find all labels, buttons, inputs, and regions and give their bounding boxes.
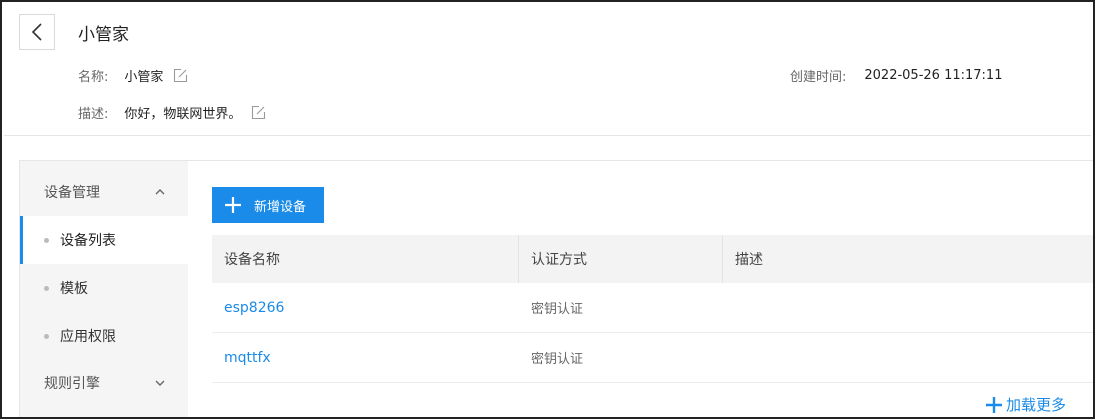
table-header: 设备名称 认证方式 描述: [212, 235, 1093, 283]
back-button[interactable]: [19, 14, 55, 50]
name-label: 名称:: [78, 70, 109, 85]
sidebar-item-label: 模板: [60, 281, 88, 297]
description-value: 你好，物联网世界。: [124, 107, 242, 122]
plus-icon: [986, 396, 1002, 413]
sidebar-item-label: 应用权限: [60, 329, 116, 345]
sidebar-item-templates[interactable]: 模板: [20, 264, 188, 312]
page-title: 小管家: [78, 25, 129, 45]
add-device-label: 新增设备: [254, 199, 307, 215]
auth-method-cell: 密钥认证: [531, 352, 584, 367]
sidebar-group-label: 规则引擎: [44, 376, 100, 392]
created-time-value: 2022-05-26 11:17:11: [864, 68, 1003, 83]
device-name-link[interactable]: esp8266: [224, 300, 284, 316]
chevron-left-icon: [31, 23, 42, 41]
device-name-link[interactable]: mqttfx: [224, 350, 271, 366]
column-header-auth-method: 认证方式: [519, 235, 723, 283]
bullet-dot: [44, 286, 49, 291]
name-row: 名称: 小管家: [78, 66, 188, 85]
app-window: 小管家 名称: 小管家 描述: 你好，物联网世界。 创建时间: 2022-05-…: [0, 0, 1095, 419]
description-row: 描述: 你好，物联网世界。: [78, 103, 266, 122]
load-more-button[interactable]: 加载更多: [985, 394, 1066, 415]
edit-description-icon[interactable]: [251, 105, 266, 120]
table-row: esp8266 密钥认证: [212, 283, 1093, 333]
chevron-up-icon: [155, 189, 165, 195]
plus-icon: [225, 197, 241, 213]
sidebar-group-device-management[interactable]: 设备管理: [20, 165, 188, 219]
table-row: mqttfx 密钥认证: [212, 333, 1093, 383]
sidebar-item-label: 设备列表: [60, 233, 116, 249]
sidebar-item-app-permissions[interactable]: 应用权限: [20, 312, 188, 360]
created-time-label: 创建时间:: [790, 70, 847, 85]
add-device-button[interactable]: 新增设备: [212, 187, 324, 223]
device-table: 设备名称 认证方式 描述 esp8266 密钥认证 mqttfx 密钥认证: [212, 235, 1093, 383]
bullet-dot: [44, 334, 49, 339]
sidebar: 设备管理 设备列表 模板 应用权限 规则引擎: [20, 161, 188, 417]
content-panel: 设备管理 设备列表 模板 应用权限 规则引擎 新增设备 设备名称 认证方式 描述…: [19, 160, 1093, 417]
sidebar-item-device-list[interactable]: 设备列表: [20, 216, 188, 264]
column-header-device-name: 设备名称: [212, 235, 519, 283]
load-more-label: 加载更多: [1006, 396, 1067, 414]
header-divider: [4, 135, 1091, 136]
column-header-description: 描述: [735, 252, 763, 268]
created-time-row: 创建时间: 2022-05-26 11:17:11: [790, 66, 1002, 85]
sidebar-group-rule-engine[interactable]: 规则引擎: [20, 356, 188, 410]
name-value: 小管家: [124, 70, 164, 85]
chevron-down-icon: [155, 380, 165, 386]
bullet-dot: [44, 238, 49, 243]
sidebar-group-label: 设备管理: [44, 185, 100, 201]
description-label: 描述:: [78, 107, 109, 122]
auth-method-cell: 密钥认证: [531, 302, 584, 317]
edit-name-icon[interactable]: [173, 68, 188, 83]
